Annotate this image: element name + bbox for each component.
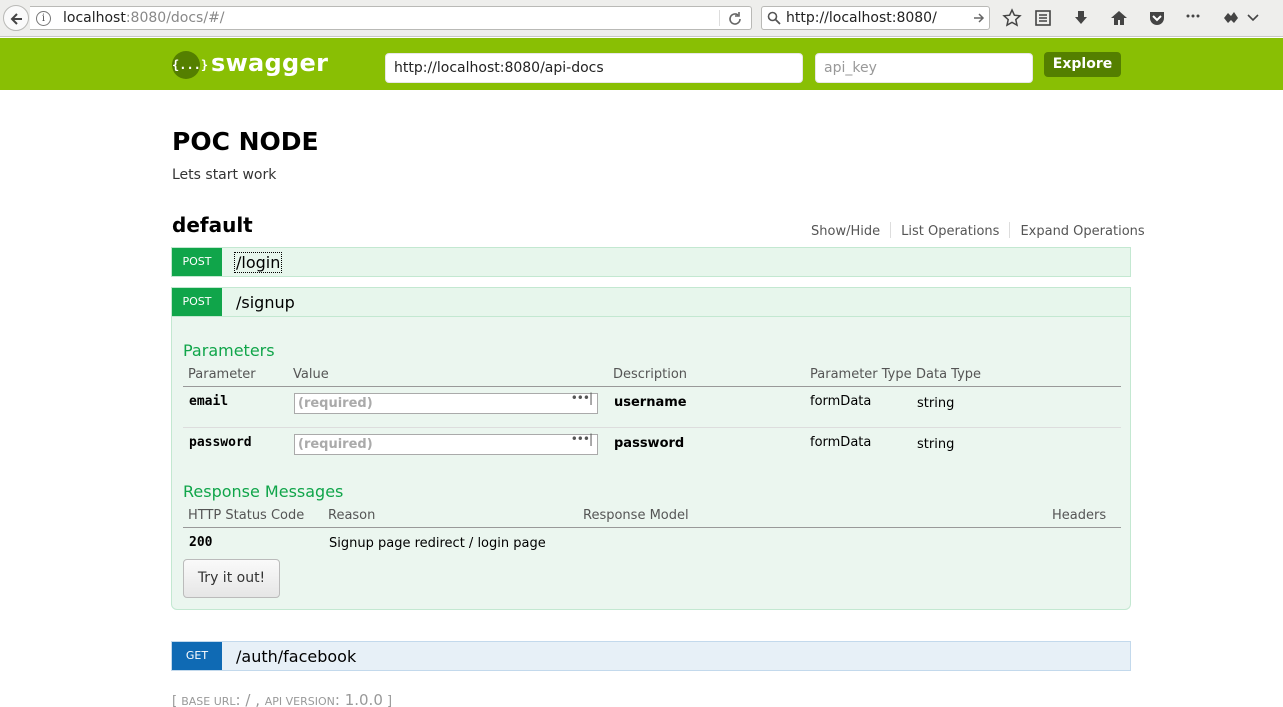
param-type: formData — [810, 394, 872, 409]
list-operations-link[interactable]: List Operations — [901, 224, 999, 239]
explore-button[interactable]: Explore — [1044, 52, 1121, 77]
operation-path[interactable]: /signup — [236, 293, 295, 312]
param-description: username — [614, 395, 687, 410]
footer-bracket: [ — [172, 694, 182, 707]
status-code: 200 — [189, 535, 213, 550]
parameters-heading: Parameters — [183, 341, 275, 360]
page-title: POC NODE — [172, 127, 319, 156]
expand-operations-link[interactable]: Expand Operations — [1020, 224, 1144, 239]
table-header: Value — [293, 367, 329, 382]
reading-list-icon[interactable] — [1033, 8, 1053, 28]
table-header: Description — [613, 367, 688, 382]
extension-icon[interactable] — [1221, 8, 1241, 28]
table-header: Reason — [328, 508, 376, 523]
divider — [1009, 222, 1011, 238]
download-icon[interactable] — [1071, 8, 1091, 28]
api-version-label: API VERSION — [264, 695, 335, 707]
operation-path[interactable]: /login — [233, 252, 283, 273]
table-header: Data Type — [916, 367, 982, 382]
resource-operations: Show/Hide List Operations Expand Operation… — [811, 222, 1145, 239]
reload-icon[interactable] — [727, 11, 743, 27]
base-url-label: BASE URL — [181, 695, 236, 707]
api-version-value: : 1.0.0 — [334, 691, 383, 707]
info-icon[interactable]: i — [36, 11, 51, 26]
swagger-header: {...} swagger http://localhost:8080/api-… — [0, 38, 1283, 90]
param-name: password — [189, 435, 252, 450]
divider — [183, 386, 1121, 387]
data-type: string — [917, 396, 955, 411]
table-header: Parameter Type — [810, 367, 912, 382]
param-name: email — [189, 394, 229, 409]
data-type: string — [917, 437, 955, 452]
back-button[interactable] — [3, 5, 29, 31]
api-key-input[interactable]: api_key — [815, 53, 1033, 83]
method-badge-get[interactable]: GET — [172, 642, 222, 670]
address-text: localhost:8080/docs/#/ — [63, 10, 225, 26]
divider — [183, 427, 1121, 428]
operation-login[interactable]: POST /login — [171, 247, 1131, 277]
pocket-icon[interactable] — [1147, 8, 1167, 28]
method-badge-post[interactable]: POST — [172, 248, 222, 276]
response-messages-heading: Response Messages — [183, 482, 344, 501]
operation-path[interactable]: /auth/facebook — [236, 647, 356, 666]
swagger-title[interactable]: swagger — [211, 49, 328, 77]
password-manager-icon[interactable]: •••| — [571, 432, 593, 446]
password-field[interactable]: (required) •••| — [294, 432, 598, 455]
table-header: Parameter — [188, 367, 256, 382]
operation-auth-facebook[interactable]: GET /auth/facebook — [171, 641, 1131, 671]
search-icon — [767, 11, 781, 25]
show-hide-link[interactable]: Show/Hide — [811, 224, 880, 239]
footer-bracket: ] — [382, 694, 393, 707]
input-placeholder: (required) — [298, 396, 373, 411]
table-header: HTTP Status Code — [188, 508, 305, 523]
divider — [719, 10, 720, 26]
bookmark-star-icon[interactable] — [1002, 8, 1022, 28]
page-description: Lets start work — [172, 167, 277, 183]
email-field[interactable]: (required) •••| — [294, 391, 598, 414]
divider — [183, 527, 1121, 528]
base-url-value: : / , — [235, 691, 265, 707]
method-badge-post[interactable]: POST — [172, 288, 222, 316]
api-footer: [ BASE URL: / , API VERSION: 1.0.0 ] — [172, 691, 392, 707]
password-manager-icon[interactable]: •••| — [571, 391, 593, 405]
divider — [890, 222, 892, 238]
operation-signup[interactable]: POST /signup — [171, 287, 1131, 317]
search-bar[interactable]: http://localhost:8080/ — [761, 6, 990, 30]
try-it-out-button[interactable]: Try it out! — [183, 559, 280, 598]
response-reason: Signup page redirect / login page — [329, 536, 546, 551]
param-description: password — [614, 436, 685, 451]
api-url-input[interactable]: http://localhost:8080/api-docs — [385, 53, 803, 83]
resource-title[interactable]: default — [172, 213, 253, 237]
table-header: Headers — [1052, 508, 1107, 523]
input-placeholder: (required) — [298, 437, 373, 452]
address-bar[interactable]: i localhost:8080/docs/#/ — [30, 6, 752, 30]
back-arrow-icon — [10, 13, 22, 25]
table-header: Response Model — [583, 508, 689, 523]
operation-signup-details: Parameters Parameter Value Description P… — [171, 317, 1131, 610]
home-icon[interactable] — [1109, 8, 1129, 28]
go-arrow-icon[interactable] — [973, 12, 985, 24]
browser-toolbar: i localhost:8080/docs/#/ http://localhos… — [0, 0, 1283, 37]
chevron-down-icon[interactable] — [1243, 8, 1263, 28]
swagger-logo-icon[interactable]: {...} — [172, 51, 208, 79]
search-text: http://localhost:8080/ — [786, 10, 937, 26]
param-type: formData — [810, 435, 872, 450]
overflow-icon[interactable] — [1183, 8, 1203, 28]
